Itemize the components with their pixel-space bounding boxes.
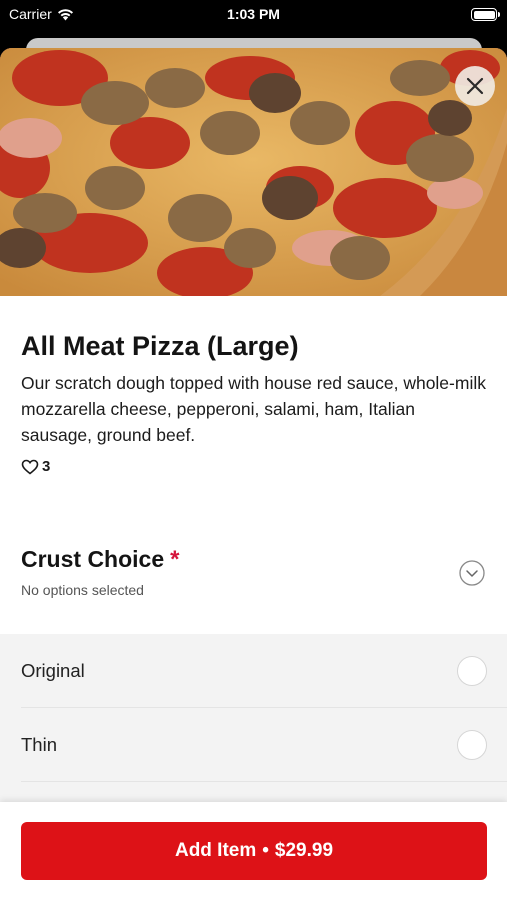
- like-count: 3: [42, 458, 51, 475]
- add-item-button[interactable]: Add Item • $29.99: [21, 822, 487, 880]
- option-label: Original: [21, 660, 85, 681]
- item-price: $29.99: [274, 840, 334, 861]
- chevron-down-icon[interactable]: [459, 560, 485, 586]
- battery-icon: [471, 8, 500, 21]
- radio-button[interactable]: [457, 656, 487, 686]
- clock: 1:03 PM: [227, 6, 280, 22]
- item-detail-sheet: All Meat Pizza (Large) Our scratch dough…: [0, 48, 507, 900]
- crust-options-list: Original Thin: [0, 634, 507, 804]
- option-original[interactable]: Original: [21, 634, 507, 708]
- add-item-label: Add Item: [174, 840, 257, 861]
- option-label: Thin: [21, 734, 57, 755]
- footer-bar: Add Item • $29.99: [0, 802, 507, 900]
- selection-status: No options selected: [21, 582, 144, 598]
- item-description: Our scratch dough topped with house red …: [21, 373, 486, 445]
- pizza-photo: [0, 48, 507, 296]
- label-separator: •: [262, 840, 269, 861]
- pizza-image: [0, 48, 507, 296]
- close-icon: [466, 77, 484, 95]
- close-button[interactable]: [455, 66, 495, 106]
- option-thin[interactable]: Thin: [21, 708, 507, 782]
- item-title: All Meat Pizza (Large): [21, 331, 299, 361]
- status-bar: Carrier 1:03 PM: [0, 0, 507, 30]
- item-info: All Meat Pizza (Large) Our scratch dough…: [0, 296, 507, 475]
- radio-button[interactable]: [457, 730, 487, 760]
- like-button[interactable]: 3: [21, 458, 486, 475]
- heart-icon: [21, 459, 39, 475]
- crust-choice-title: Crust Choice: [21, 546, 165, 572]
- required-indicator: *: [170, 546, 180, 573]
- section-title: Crust Choice *: [21, 546, 179, 574]
- crust-choice-header[interactable]: Crust Choice * No options selected: [0, 546, 507, 634]
